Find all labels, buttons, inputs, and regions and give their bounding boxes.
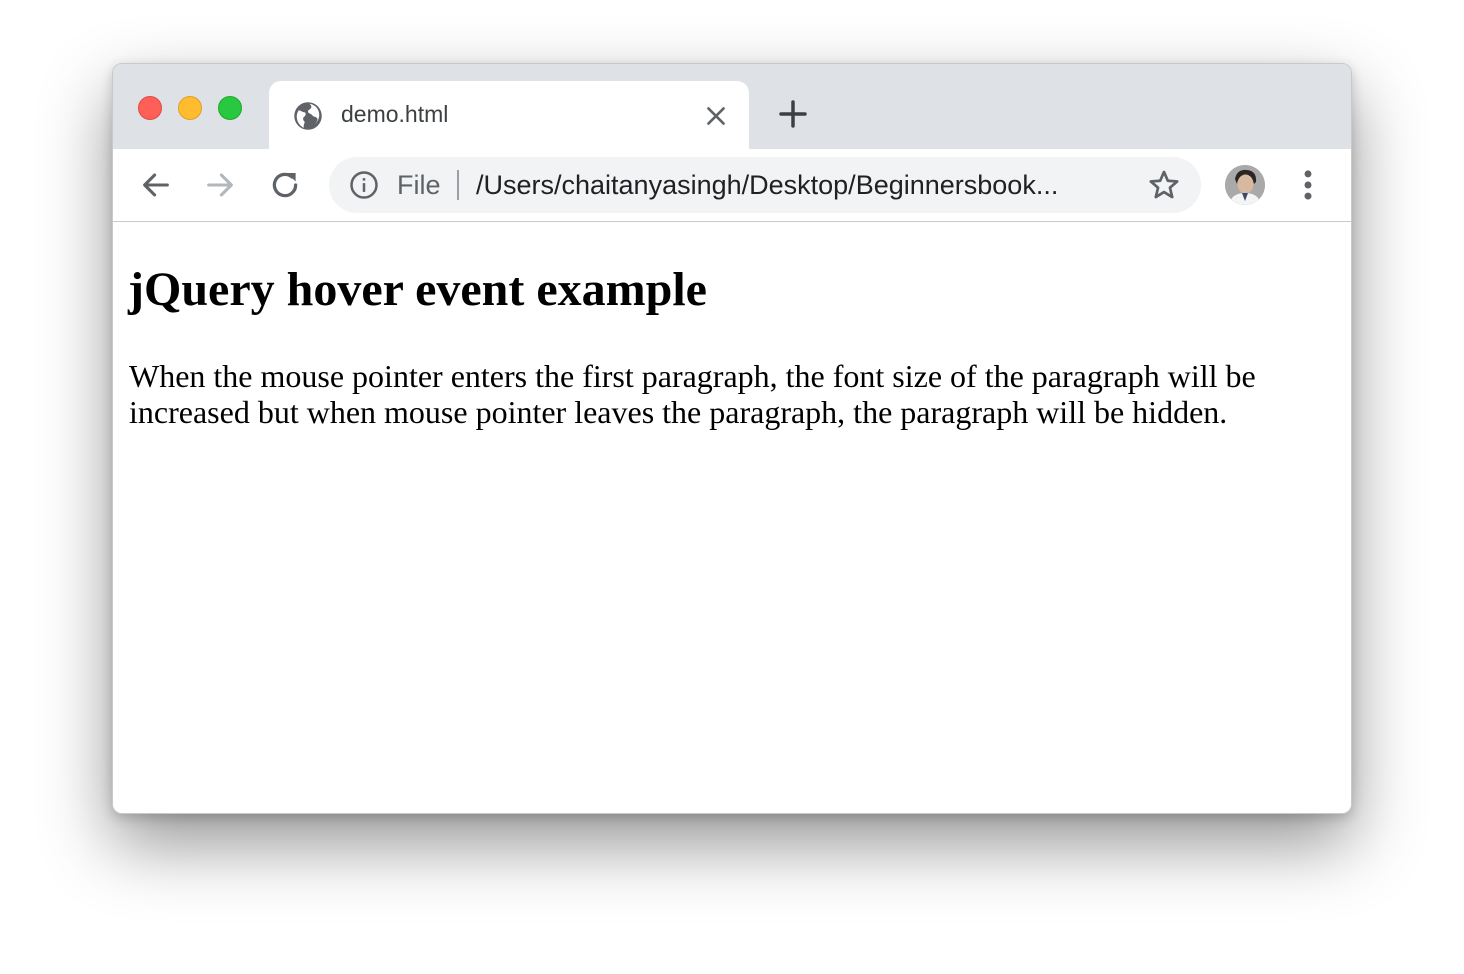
url-separator xyxy=(457,170,459,200)
info-icon[interactable] xyxy=(349,170,379,200)
plus-icon[interactable] xyxy=(777,98,809,130)
star-icon[interactable] xyxy=(1147,168,1181,202)
globe-icon xyxy=(294,102,322,130)
window-minimize-button[interactable] xyxy=(178,96,202,120)
tab-strip: demo.html xyxy=(113,64,1351,149)
tab-title: demo.html xyxy=(341,101,449,127)
reload-icon[interactable] xyxy=(268,168,302,202)
close-icon[interactable] xyxy=(703,103,729,129)
window-close-button[interactable] xyxy=(138,96,162,120)
toolbar: File /Users/chaitanyasingh/Desktop/Begin… xyxy=(113,149,1351,222)
address-bar[interactable]: File /Users/chaitanyasingh/Desktop/Begin… xyxy=(329,157,1201,213)
page-content: jQuery hover event example When the mous… xyxy=(113,222,1351,813)
url-scheme-label: File xyxy=(397,170,441,200)
url-text[interactable]: /Users/chaitanyasingh/Desktop/Beginnersb… xyxy=(476,169,1122,201)
avatar[interactable] xyxy=(1225,165,1265,205)
page-heading: jQuery hover event example xyxy=(128,263,707,316)
window-maximize-button[interactable] xyxy=(218,96,242,120)
arrow-left-icon[interactable] xyxy=(139,168,173,202)
browser-window: demo.html File /Users/chaitanyasingh/Des… xyxy=(112,63,1352,814)
arrow-right-icon[interactable] xyxy=(203,168,237,202)
tab-demo[interactable]: demo.html xyxy=(269,81,749,149)
kebab-menu-icon[interactable] xyxy=(1293,166,1323,204)
hover-paragraph[interactable]: When the mouse pointer enters the first … xyxy=(129,358,1309,430)
